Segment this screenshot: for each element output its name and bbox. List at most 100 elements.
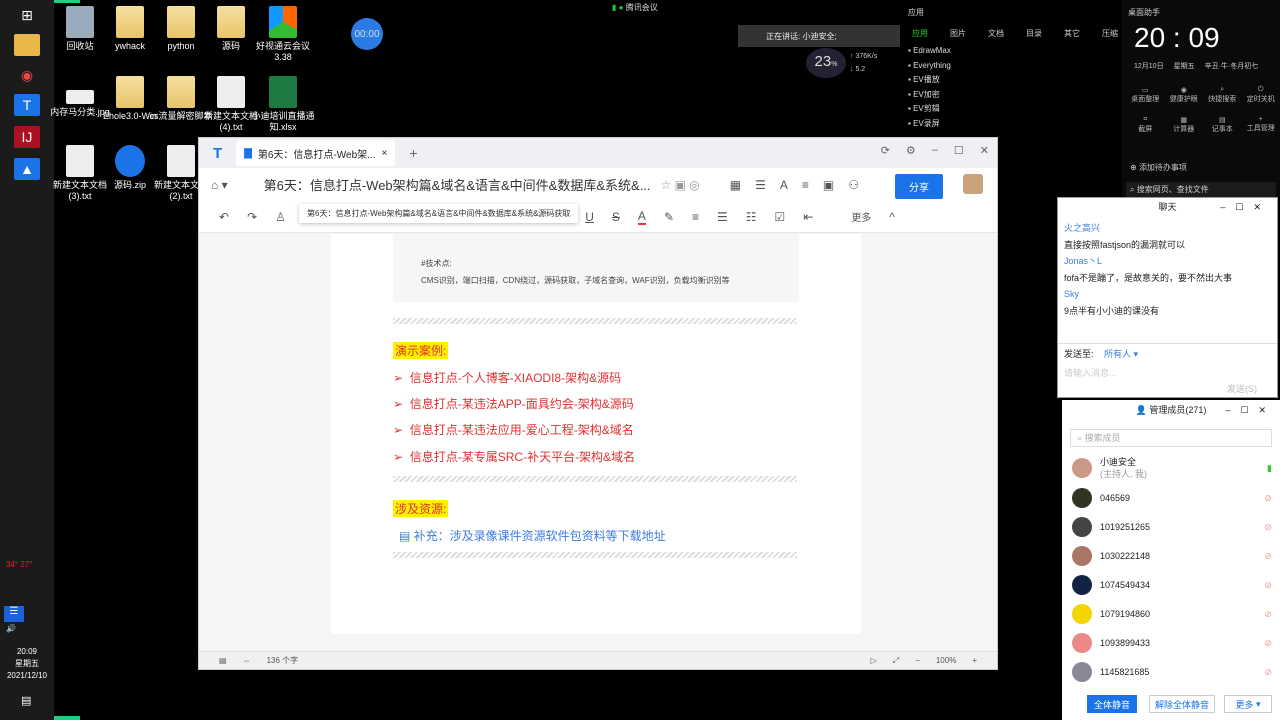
mic-muted-icon[interactable]: ⊘ [1264,580,1272,591]
checkbox-icon[interactable]: ☑ [775,210,786,224]
tab-images[interactable]: 图片 [950,28,966,39]
windows-start-icon[interactable]: ⊞ [14,4,40,26]
meeting-app-icon[interactable]: ▲ [14,158,40,180]
meeting-timer[interactable]: 00:00 [351,18,383,50]
resource-link[interactable]: ▤ 补充：涉及录像课件资源软件包资料等下载地址 [399,527,666,544]
desktop-icon-app[interactable]: 好视通云会议3.38 [250,6,316,63]
sync-icon[interactable]: ⟳ [881,144,890,157]
tab-apps[interactable]: 应用 [912,28,928,39]
maximize-icon[interactable]: ☐ [954,144,964,157]
recycle-bin-icon [66,6,94,38]
tool-notepad[interactable]: ▤ 记事本 [1203,116,1242,134]
fullscreen-icon[interactable]: ⤢ [893,656,899,666]
app-item[interactable]: ▪ EV播放 [908,73,951,88]
minimize-icon[interactable]: – [932,144,938,157]
format-painter-icon[interactable]: ♙ [275,210,286,224]
tool-screenshot[interactable]: ⌗ 截屏 [1126,116,1165,134]
app-item[interactable]: ▪ EdrawMax [908,44,951,59]
bullet-list-icon[interactable]: ☰ [717,210,728,224]
app-item[interactable]: ▪ EV录屏 [908,117,951,132]
chat-input[interactable]: 请输入消息... [1064,366,1271,379]
chrome-icon[interactable]: ◉ [14,64,40,86]
underline-icon[interactable]: U [585,210,594,224]
home-icon[interactable]: ⌂ ▾ [211,178,228,192]
volume-icon[interactable]: 🔊 [6,624,16,633]
mute-all-button[interactable]: 全体静音 [1087,695,1137,713]
divider [393,476,797,482]
member-row-host[interactable]: 小迪安全 (主持人, 我) ▮ [1072,456,1272,480]
new-tab-icon[interactable]: + [409,145,417,161]
mic-muted-icon[interactable]: ⊘ [1264,522,1272,533]
mic-active-icon[interactable]: ▮ [1267,463,1272,474]
page-width-icon[interactable]: ⇔ [243,656,251,665]
desktop-icon-xlsx[interactable]: 小迪培训直播通知.xlsx [250,76,316,133]
member-search[interactable]: ⌕ 搜索成员 [1070,429,1272,447]
close-icon[interactable]: ✕ [980,144,989,157]
star-icon[interactable]: ☆ ▣ ◎ [661,178,700,192]
tool-shutdown-timer[interactable]: ⏻ 定时关机 [1242,86,1280,104]
mic-muted-icon[interactable]: ⊘ [1264,493,1272,504]
member-row[interactable]: 1145821685 ⊘ [1072,662,1272,682]
settings-icon[interactable]: ⚙ [906,144,916,157]
app-item[interactable]: ▪ EV加密 [908,88,951,103]
tool-desktop-organize[interactable]: ▭ 桌面整理 [1126,86,1165,104]
mic-muted-icon[interactable]: ⊘ [1264,667,1272,678]
numbered-list-icon[interactable]: ☷ [746,210,757,224]
indent-icon[interactable]: ⇤ [803,210,813,224]
mic-muted-icon[interactable]: ⊘ [1264,609,1272,620]
avatar[interactable] [963,174,983,194]
member-row[interactable]: 1079194860 ⊘ [1072,604,1272,624]
tab-other[interactable]: 其它 [1064,28,1080,39]
chat-window-controls[interactable]: –☐✕ [1220,198,1271,216]
intellij-icon[interactable]: IJ [14,126,40,148]
header-tools[interactable]: ▦☰A≡▣⚇ [730,178,873,192]
tool-manage[interactable]: + 工具管理 [1242,116,1280,134]
members-window-controls[interactable]: –☐✕ [1225,400,1276,420]
mic-muted-icon[interactable]: ⊘ [1264,638,1272,649]
zoom-in-icon[interactable]: + [972,656,977,665]
assistant-search[interactable]: ⌕ 搜索网页、查找文件 [1126,182,1276,197]
undo-icon[interactable]: ↶ [219,210,229,224]
member-row[interactable]: 1093899433 ⊘ [1072,633,1272,653]
tab-docs[interactable]: 文档 [988,28,1004,39]
add-todo-button[interactable]: ⊕ 添加待办事项 [1130,162,1187,173]
strikethrough-icon[interactable]: S [612,210,620,224]
send-to-select[interactable]: 所有人 ▾ [1104,349,1138,359]
tool-eye-care[interactable]: ◉ 健康护眼 [1165,86,1204,104]
highlight-icon[interactable]: ✎ [664,210,674,224]
icon-label: 源码 [221,41,240,51]
tray-list-icon[interactable]: ☰ [4,606,24,622]
file-explorer-icon[interactable] [14,34,40,56]
more-button[interactable]: 更多 [851,209,871,224]
close-tab-icon[interactable]: × [381,148,387,159]
member-row[interactable]: 1019251265 ⊘ [1072,517,1272,537]
member-row[interactable]: 1030222148 ⊘ [1072,546,1272,566]
share-button[interactable]: 分享 [895,174,943,199]
member-row[interactable]: 046569 ⊘ [1072,488,1272,508]
taskbar-clock[interactable]: 20:09 星期五 2021/12/10 [0,646,54,682]
app-item[interactable]: ▪ Everything [908,59,951,74]
tool-quick-search[interactable]: ⌕ 快捷搜索 [1203,86,1242,104]
app-item[interactable]: ▪ EV剪辑 [908,102,951,117]
redo-icon[interactable]: ↷ [247,210,257,224]
rate-unit: K/s [867,53,878,60]
member-row[interactable]: 1074549434 ⊘ [1072,575,1272,595]
docs-app-icon[interactable]: T [14,94,40,116]
more-members-button[interactable]: 更多 ▾ [1224,695,1272,713]
collapse-icon[interactable]: ^ [889,210,895,224]
tab-dirs[interactable]: 目录 [1026,28,1042,39]
notification-icon[interactable]: ▤ [21,694,31,707]
align-icon[interactable]: ≡ [692,210,699,224]
send-button[interactable]: 发送(S) [1227,382,1257,395]
mic-muted-icon[interactable]: ⊘ [1264,551,1272,562]
doc-title[interactable]: 第6天：信息打点-Web架构篇&域名&语言&中间件&数据库&系统&... [264,175,651,194]
font-color-icon[interactable]: A [637,209,646,225]
tab-archives[interactable]: 压缩 [1102,28,1118,39]
doc-tab[interactable]: ▇ 第6天：信息打点-Web架... × [236,140,396,166]
outline-icon[interactable]: ▤ [219,656,227,665]
meeting-app-icon [269,6,297,38]
tool-calculator[interactable]: ▦ 计算器 [1165,116,1204,134]
unmute-all-button[interactable]: 解除全体静音 [1149,695,1215,713]
play-icon[interactable]: ▷ [871,656,877,665]
zoom-out-icon[interactable]: − [915,656,920,665]
